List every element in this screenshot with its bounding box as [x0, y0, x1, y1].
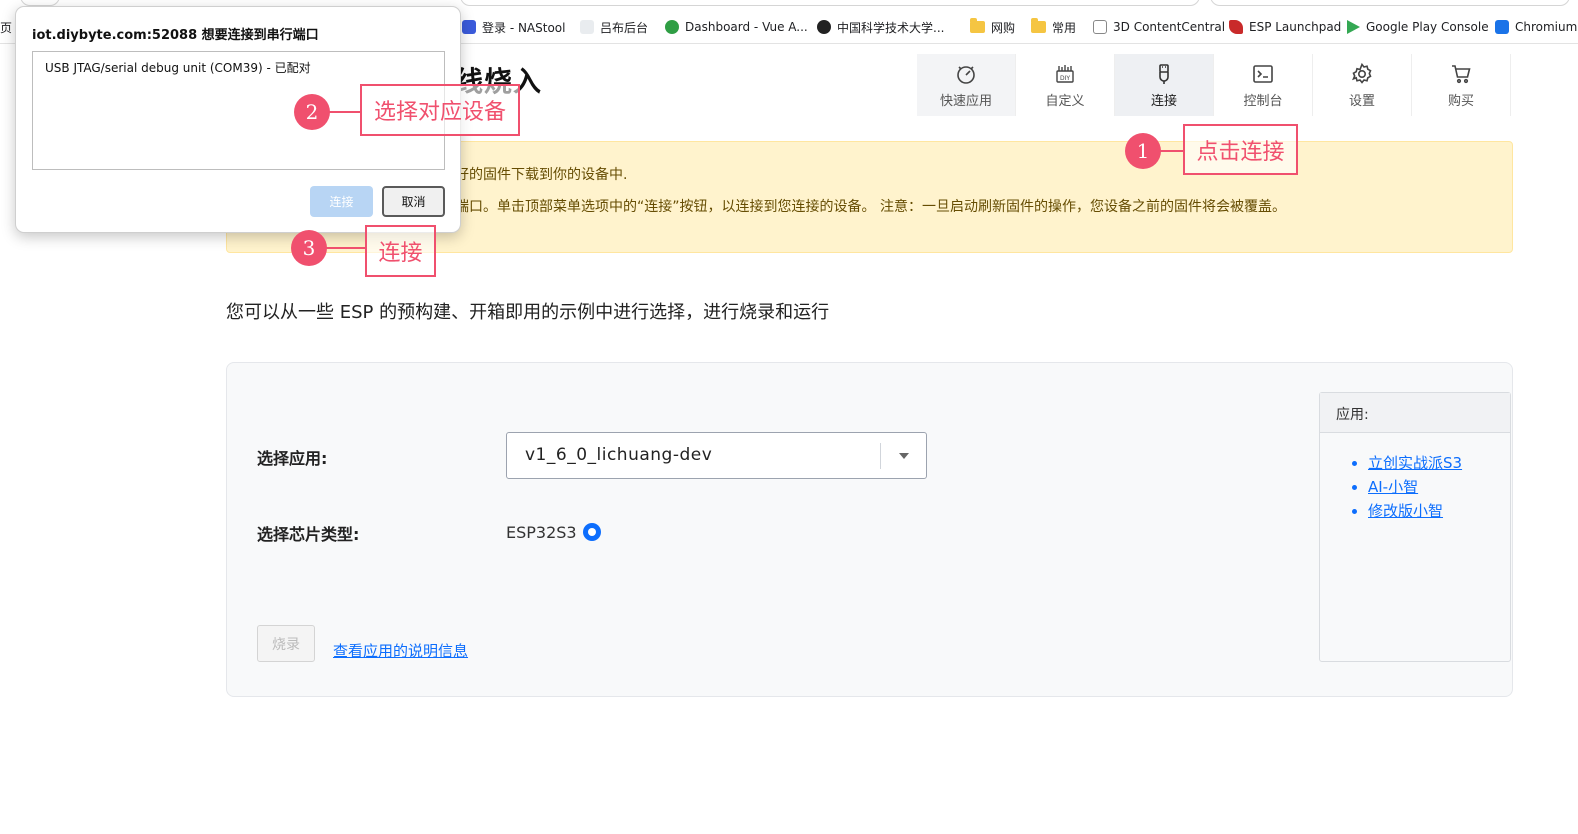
- intro-text: 您可以从一些 ESP 的预构建、开箱即用的示例中进行选择，进行烧录和运行: [226, 302, 830, 323]
- bookmark-nastool[interactable]: 登录 - NAStool: [462, 17, 566, 37]
- app-select-value: v1_6_0_lichuang-dev: [525, 445, 713, 465]
- bookmark-lvbu[interactable]: 吕布后台: [580, 17, 648, 37]
- tab-stub: [460, 0, 1200, 6]
- gear-icon: [1352, 62, 1372, 84]
- annotation-marker-2: 2: [294, 94, 330, 130]
- annotation-label-1: 点击连接: [1183, 124, 1298, 175]
- annotation-line-2: [329, 111, 361, 113]
- google-play-icon: [1347, 20, 1360, 34]
- app-panel-header: 应用:: [1320, 393, 1510, 433]
- app-select[interactable]: v1_6_0_lichuang-dev: [506, 432, 927, 479]
- nav-label: 控制台: [1243, 93, 1283, 109]
- nav-custom[interactable]: DIY 自定义: [1016, 54, 1115, 116]
- bookmark-ustc[interactable]: 中国科学技术大学...: [817, 17, 944, 37]
- lvbu-icon: [580, 20, 594, 34]
- annotation-line-3: [326, 247, 366, 249]
- chip-type-radio[interactable]: [583, 523, 601, 541]
- chip-type-value: ESP32S3: [506, 523, 577, 542]
- nav-settings[interactable]: 设置: [1313, 54, 1412, 116]
- chip-type-label: 选择芯片类型:: [257, 525, 360, 544]
- annotation-line-1: [1160, 150, 1184, 152]
- nav-label: 连接: [1150, 93, 1177, 109]
- app-info-link[interactable]: 查看应用的说明信息: [333, 640, 468, 661]
- annotation-marker-3: 3: [291, 230, 327, 266]
- nav-label: 设置: [1348, 93, 1375, 109]
- rocket-icon: [1229, 20, 1243, 34]
- nav-label: 快速应用: [939, 93, 992, 109]
- folder-icon: [970, 18, 985, 33]
- select-separator: [880, 443, 881, 469]
- bookmark-esp-launchpad[interactable]: ESP Launchpad: [1229, 17, 1341, 37]
- dialog-cancel-button[interactable]: 取消: [382, 186, 445, 217]
- flash-button[interactable]: 烧录: [257, 625, 315, 662]
- vue-icon: [665, 20, 679, 34]
- tab-stub: [1210, 0, 1570, 6]
- annotation-marker-1: 1: [1125, 133, 1161, 169]
- annotation-label-3: 连接: [365, 225, 436, 277]
- nav-label: 自定义: [1045, 93, 1085, 109]
- 3d-content-icon: [1093, 20, 1107, 34]
- top-nav: 快速应用 DIY 自定义 连接 控制台 设置 购买: [917, 54, 1511, 116]
- nastool-icon: [462, 20, 476, 34]
- svg-text:DIY: DIY: [1060, 75, 1070, 82]
- cart-icon: [1452, 64, 1471, 83]
- app-select-label: 选择应用:: [257, 449, 328, 468]
- bookmark-folder-common[interactable]: 常用: [1031, 17, 1076, 37]
- diy-icon: DIY: [1056, 64, 1074, 83]
- chevron-down-icon[interactable]: [899, 453, 909, 459]
- bookmark-3dcontentcentral[interactable]: 3D ContentCentral: [1093, 17, 1225, 37]
- chromium-icon: [1495, 20, 1509, 34]
- app-list-panel: 应用: 立创实战派S3 AI-小智 修改版小智: [1319, 392, 1511, 662]
- dialog-connect-button[interactable]: 连接: [310, 186, 373, 217]
- alert-text-line2: 端口。单击顶部菜单选项中的“连接”按钮，以连接到您连接的设备。 注意：一旦启动刷…: [455, 199, 1286, 215]
- app-list: 立创实战派S3 AI-小智 修改版小智: [1320, 433, 1510, 523]
- nav-quick-app[interactable]: 快速应用: [917, 54, 1016, 116]
- app-link-lichuang[interactable]: 立创实战派S3: [1368, 451, 1510, 475]
- bookmark-chromium[interactable]: Chromium: [1495, 17, 1577, 37]
- nav-label: 购买: [1447, 93, 1474, 109]
- bookmark-partial[interactable]: 页: [0, 17, 12, 37]
- folder-icon: [1031, 18, 1046, 33]
- bookmark-dashboard[interactable]: Dashboard - Vue A...: [665, 17, 808, 37]
- ustc-icon: [817, 20, 831, 34]
- usb-plug-icon: [1159, 63, 1169, 84]
- app-select-card: 选择应用: v1_6_0_lichuang-dev 选择芯片类型: ESP32S…: [226, 362, 1513, 697]
- bookmark-folder-shopping[interactable]: 网购: [970, 17, 1015, 37]
- app-link-ai-xiaozhi[interactable]: AI-小智: [1368, 475, 1510, 499]
- dialog-title: iot.diybyte.com:52088 想要连接到串行端口: [32, 28, 319, 43]
- nav-buy[interactable]: 购买: [1412, 54, 1511, 116]
- app-link-modified-xiaozhi[interactable]: 修改版小智: [1368, 499, 1510, 523]
- alert-text-line1: 好的固件下载到你的设备中.: [455, 167, 628, 183]
- nav-connect[interactable]: 连接: [1115, 54, 1214, 116]
- quick-app-icon: [957, 65, 975, 84]
- bookmark-google-play-console[interactable]: Google Play Console: [1347, 17, 1489, 37]
- terminal-icon: [1253, 64, 1273, 83]
- serial-device-item[interactable]: USB JTAG/serial debug unit (COM39) - 已配对: [45, 59, 311, 76]
- annotation-label-2: 选择对应设备: [360, 84, 520, 136]
- nav-console[interactable]: 控制台: [1214, 54, 1313, 116]
